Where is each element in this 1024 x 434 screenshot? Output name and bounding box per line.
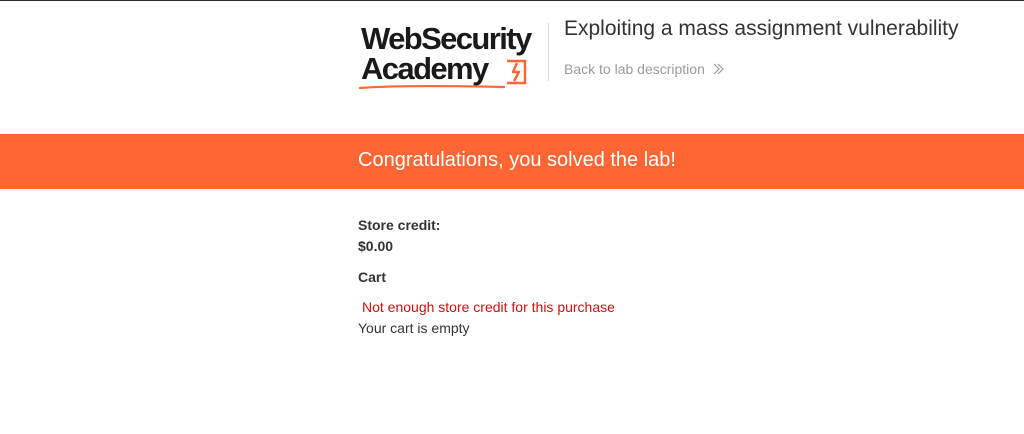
logo-underline <box>359 84 505 90</box>
logo-text-line2: Academy <box>361 51 489 86</box>
lab-solved-message: Congratulations, you solved the lab! <box>358 149 676 171</box>
header-divider <box>548 23 549 81</box>
cart-empty-message: Your cart is empty <box>358 320 470 336</box>
lab-solved-banner: Congratulations, you solved the lab! <box>0 134 1024 189</box>
double-chevron-right-icon <box>713 63 724 75</box>
page: WebSecurity Academy Exploiting a mass as… <box>0 0 1024 434</box>
error-message: Not enough store credit for this purchas… <box>362 299 615 315</box>
cart-heading: Cart <box>358 269 387 285</box>
web-security-academy-logo[interactable]: WebSecurity Academy <box>358 19 548 91</box>
lightning-bolt-icon <box>507 59 527 85</box>
store-credit-value: $0.00 <box>358 238 394 254</box>
lab-title: Exploiting a mass assignment vulnerabili… <box>564 17 959 40</box>
back-to-lab-description-link[interactable]: Back to lab description <box>564 61 725 77</box>
back-link-label: Back to lab description <box>564 61 705 77</box>
header: WebSecurity Academy Exploiting a mass as… <box>358 15 1018 105</box>
store-credit-label: Store credit: <box>358 217 441 233</box>
